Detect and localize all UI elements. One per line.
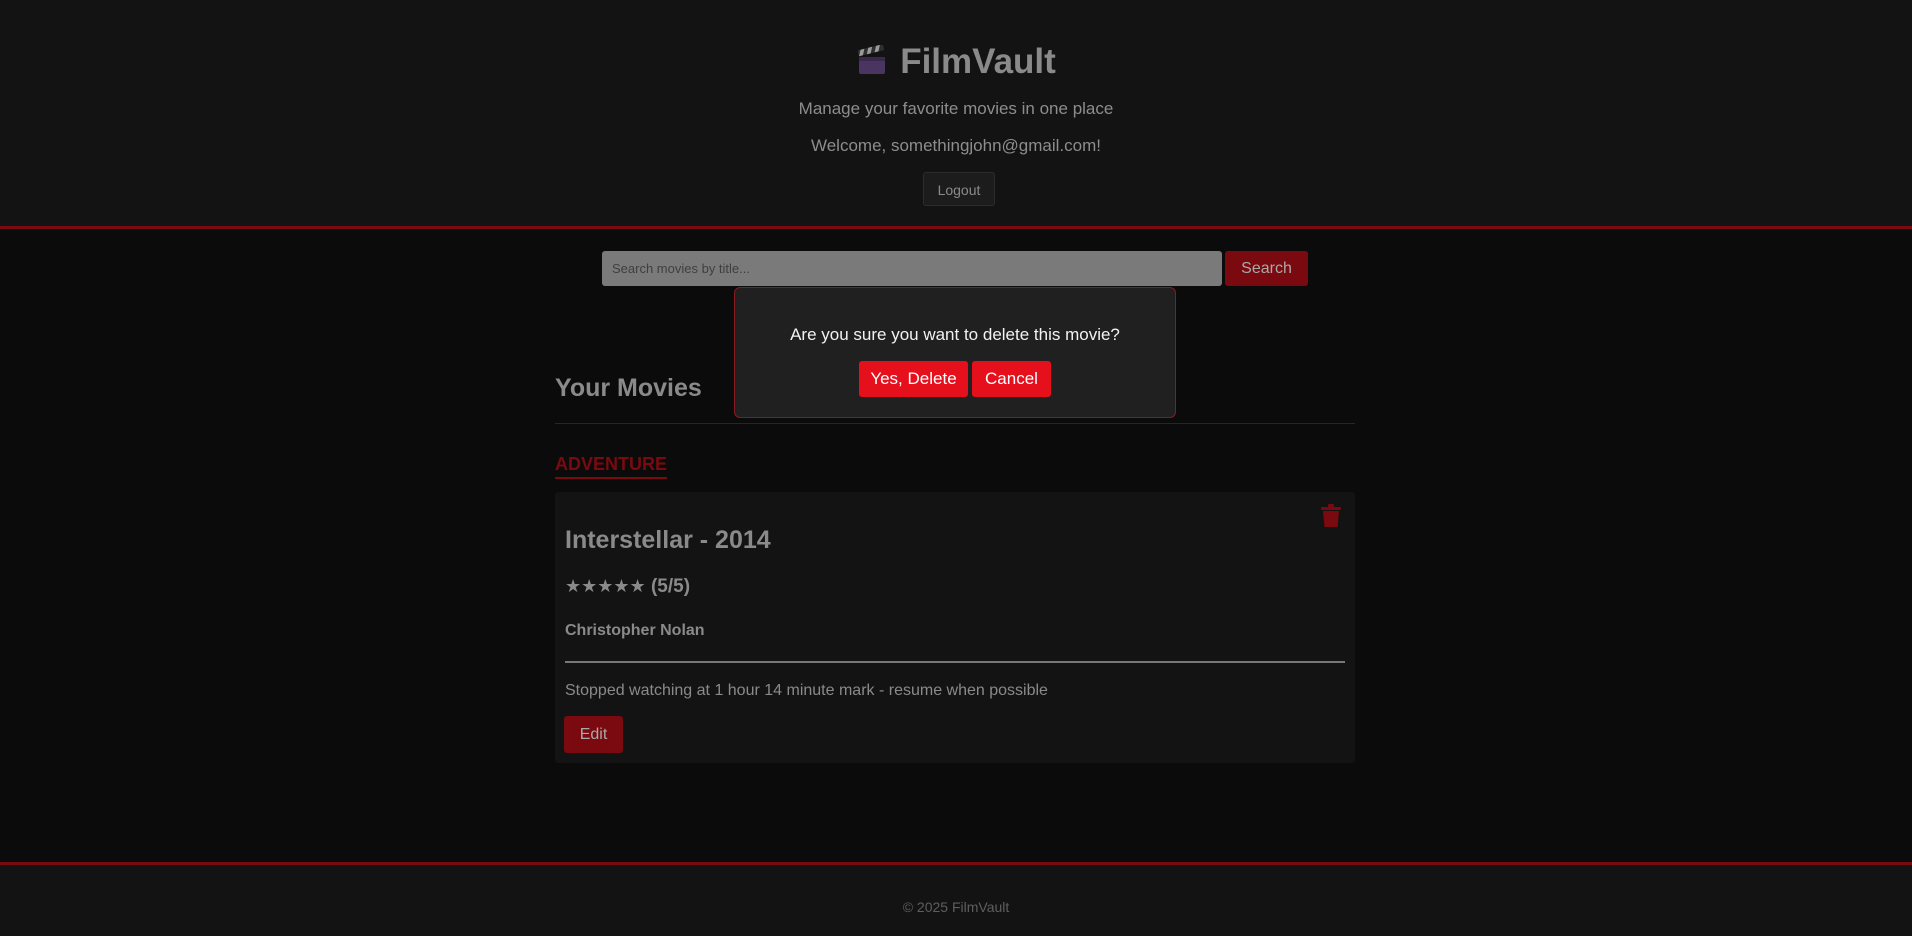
site-header: FilmVault Manage your favorite movies in… [0, 0, 1912, 229]
confirm-delete-button[interactable]: Yes, Delete [859, 361, 968, 397]
genre-heading: ADVENTURE [555, 454, 668, 479]
logout-button[interactable]: Logout [923, 172, 995, 206]
section-title: Your Movies [555, 374, 702, 402]
movie-director: Christopher Nolan [565, 622, 705, 639]
dialog-message: Are you sure you want to delete this mov… [790, 325, 1120, 344]
delete-confirm-dialog: Are you sure you want to delete this mov… [734, 287, 1176, 418]
rating-text: (5/5) [650, 576, 691, 597]
movie-notes: Stopped watching at 1 hour 14 minute mar… [565, 682, 1048, 699]
search-button[interactable]: Search [1225, 251, 1308, 286]
app-brand: FilmVault [0, 42, 1912, 86]
footer-copyright: © 2025 FilmVault [902, 899, 1010, 915]
site-footer: © 2025 FilmVault [0, 862, 1912, 936]
cancel-button[interactable]: Cancel [972, 361, 1051, 397]
trash-icon[interactable] [1321, 504, 1341, 528]
movie-rating: ★★★★★ (5/5) [565, 576, 690, 598]
app-name: FilmVault [900, 42, 1056, 81]
search-input[interactable] [602, 251, 1222, 286]
movie-title: Interstellar - 2014 [565, 526, 771, 554]
star-rating-icon: ★★★★★ [565, 576, 646, 596]
movie-card: Interstellar - 2014 ★★★★★ (5/5) Christop… [555, 492, 1355, 763]
clapperboard-icon [856, 44, 888, 86]
welcome-message: Welcome, somethingjohn@gmail.com! [810, 136, 1101, 155]
card-divider [565, 661, 1345, 663]
app-subtitle: Manage your favorite movies in one place [798, 99, 1114, 118]
section-divider [555, 423, 1355, 424]
edit-button[interactable]: Edit [564, 716, 623, 753]
